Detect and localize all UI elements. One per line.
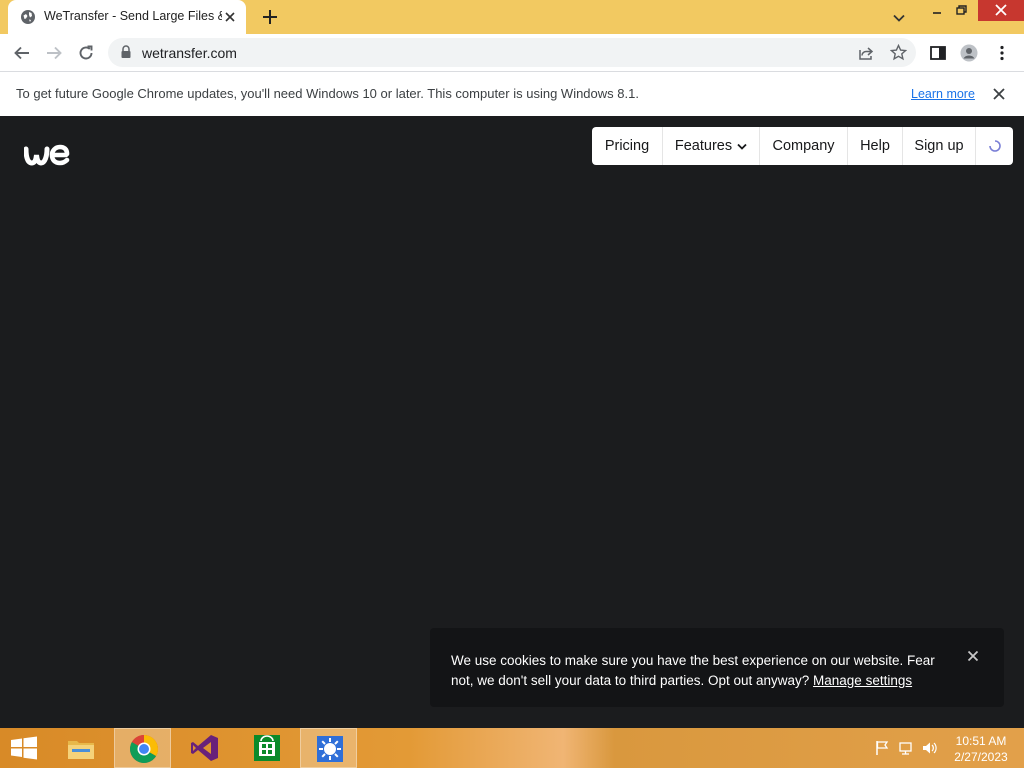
update-infobar: To get future Google Chrome updates, you… xyxy=(0,71,1024,116)
main-nav: Pricing Features Company Help Sign up xyxy=(592,127,1013,165)
taskbar-chrome[interactable] xyxy=(114,728,171,768)
globe-icon xyxy=(21,10,35,24)
system-clock[interactable]: 10:51 AM 2/27/2023 xyxy=(946,733,1016,765)
browser-tabstrip: WeTransfer - Send Large Files & xyxy=(0,0,1024,34)
chrome-icon xyxy=(130,735,158,763)
restore-icon[interactable] xyxy=(950,2,972,20)
infobar-message: To get future Google Chrome updates, you… xyxy=(16,86,639,101)
address-bar[interactable]: wetransfer.com xyxy=(108,38,916,67)
windows-start-icon[interactable] xyxy=(10,736,38,760)
close-icon[interactable] xyxy=(992,87,1006,101)
nav-features[interactable]: Features xyxy=(663,127,760,165)
tab-title: WeTransfer - Send Large Files & xyxy=(44,9,222,23)
close-icon[interactable] xyxy=(967,650,979,662)
volume-icon[interactable] xyxy=(921,740,937,756)
profile-avatar-icon[interactable] xyxy=(960,44,978,62)
store-icon xyxy=(254,735,280,761)
settings-icon xyxy=(317,736,343,762)
lock-icon[interactable] xyxy=(120,45,132,59)
browser-tab[interactable]: WeTransfer - Send Large Files & xyxy=(8,0,246,34)
clock-date: 2/27/2023 xyxy=(954,750,1008,764)
learn-more-link[interactable]: Learn more xyxy=(911,87,975,101)
loading-spinner-icon xyxy=(988,140,1001,152)
new-tab-icon[interactable] xyxy=(262,9,278,25)
wetransfer-logo[interactable] xyxy=(24,144,70,166)
chevron-down-icon[interactable] xyxy=(891,10,907,26)
taskbar-file-explorer[interactable] xyxy=(52,728,109,768)
close-icon xyxy=(995,4,1007,16)
network-icon[interactable] xyxy=(898,740,914,756)
kebab-menu-icon[interactable] xyxy=(993,44,1011,62)
taskbar-settings[interactable] xyxy=(300,728,357,768)
folder-icon xyxy=(68,741,94,759)
taskbar-store[interactable] xyxy=(238,728,295,768)
minimize-icon[interactable] xyxy=(926,2,948,20)
action-center-flag-icon[interactable] xyxy=(874,740,890,756)
browser-toolbar: wetransfer.com xyxy=(0,34,1024,71)
taskbar-visual-studio[interactable] xyxy=(176,728,233,768)
back-arrow-icon[interactable] xyxy=(13,44,31,62)
nav-help[interactable]: Help xyxy=(848,127,903,165)
nav-company[interactable]: Company xyxy=(760,127,848,165)
nav-sign-up[interactable]: Sign up xyxy=(903,127,976,165)
star-icon[interactable] xyxy=(890,44,907,61)
nav-loading xyxy=(976,127,1013,165)
url-text: wetransfer.com xyxy=(142,45,237,61)
windows-taskbar: 10:51 AM 2/27/2023 xyxy=(0,728,1024,768)
nav-pricing[interactable]: Pricing xyxy=(592,127,663,165)
visual-studio-icon xyxy=(191,735,218,761)
reload-icon[interactable] xyxy=(77,44,95,62)
cookie-message: We use cookies to make sure you have the… xyxy=(451,653,935,688)
share-icon[interactable] xyxy=(858,44,875,61)
cookie-banner: We use cookies to make sure you have the… xyxy=(430,628,1004,707)
clock-time: 10:51 AM xyxy=(955,734,1007,748)
window-close-button[interactable] xyxy=(978,0,1024,21)
tab-close-icon[interactable] xyxy=(223,10,237,24)
side-panel-icon[interactable] xyxy=(929,44,947,62)
forward-arrow-icon[interactable] xyxy=(45,44,63,62)
chevron-down-icon xyxy=(737,143,747,150)
manage-settings-link[interactable]: Manage settings xyxy=(813,673,912,688)
page-content: Pricing Features Company Help Sign up We… xyxy=(0,116,1024,728)
